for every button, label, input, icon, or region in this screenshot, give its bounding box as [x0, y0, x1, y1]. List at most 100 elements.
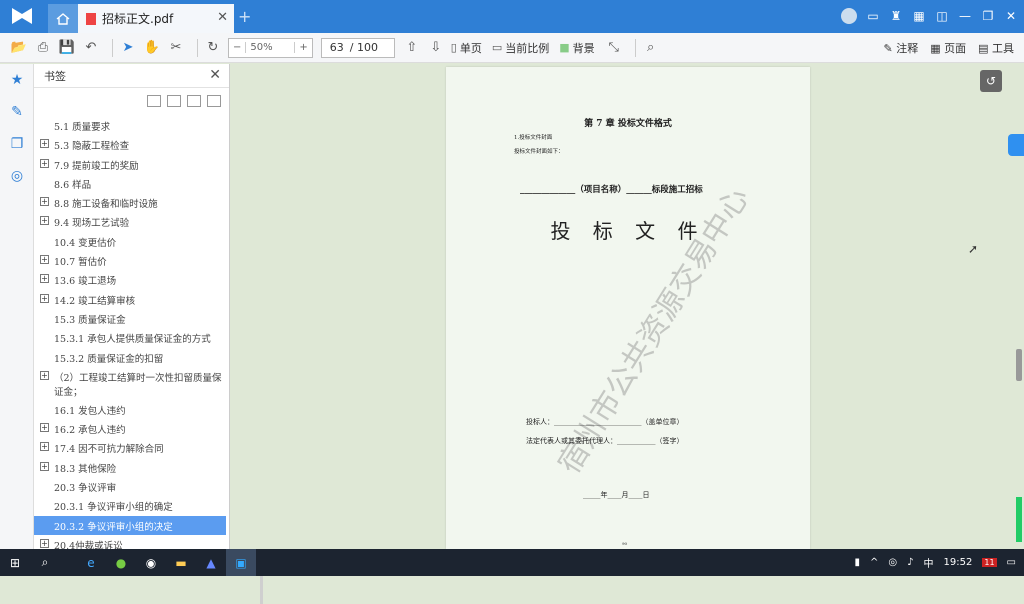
rotate-icon[interactable]: ↻ [204, 39, 222, 57]
home-tab[interactable] [48, 4, 78, 33]
ime-indicator[interactable]: 中 [924, 555, 934, 570]
search-icon[interactable]: ⌕ [642, 39, 660, 57]
expand-icon[interactable]: + [40, 197, 49, 207]
chevron-up-icon[interactable]: ^ [870, 557, 878, 568]
bookmark-item[interactable]: 15.3 质量保证金 [34, 309, 226, 328]
document-tab[interactable]: 招标正文.pdf ✕ [78, 4, 234, 33]
app2-icon[interactable]: ▲ [196, 549, 226, 576]
bookmark-item[interactable]: 20.3.2 争议评审小组的决定 [34, 515, 226, 535]
expand-icon[interactable]: + [40, 293, 49, 303]
notification-badge[interactable]: 11 [982, 558, 997, 567]
expand-icon[interactable]: + [40, 442, 49, 452]
bookmark-item[interactable]: 16.1 发包人违约 [34, 400, 226, 419]
undo-icon[interactable]: ↶ [82, 39, 100, 57]
background-button[interactable]: ■ 背景 [559, 40, 594, 56]
screenshot-icon[interactable]: ◫ [935, 9, 949, 23]
crop-icon[interactable]: ✂ [167, 39, 185, 57]
ie-icon[interactable]: e [76, 549, 106, 576]
collapse-all-icon[interactable] [147, 95, 161, 107]
expand-icon[interactable]: + [40, 139, 49, 149]
bookmark-item[interactable]: 15.3.1 承包人提供质量保证金的方式 [34, 328, 226, 347]
expand-all-icon[interactable] [167, 95, 181, 107]
annotation-icon[interactable]: ✎ [0, 96, 34, 128]
volume-icon[interactable]: ♪ [907, 557, 913, 568]
apps-icon[interactable]: ▦ [912, 9, 926, 23]
fit-icon[interactable]: ⤡ [605, 39, 623, 57]
history-icon[interactable]: ↺ [980, 70, 1002, 92]
close-panel-icon[interactable]: ✕ [209, 67, 221, 83]
bookmark-item[interactable]: 8.6 样品 [34, 174, 226, 193]
bookmark-item[interactable]: +13.6 竣工退场 [34, 270, 226, 289]
expand-icon[interactable]: + [40, 216, 49, 226]
wechat-icon[interactable]: ◎ [888, 557, 897, 568]
page-number-field[interactable]: 63 / 100 [320, 37, 395, 58]
open-icon[interactable]: 📂 [10, 39, 28, 57]
bookmark-item[interactable]: 20.3 争议评审 [34, 477, 226, 496]
expand-icon[interactable]: + [40, 538, 49, 548]
feedback-icon[interactable]: ▭ [866, 9, 880, 23]
zoom-control[interactable]: − 50% + [228, 37, 313, 58]
bookmark-item[interactable]: +18.3 其他保险 [34, 458, 226, 477]
link-icon[interactable] [1008, 134, 1024, 156]
zoom-in-icon[interactable]: + [295, 42, 311, 53]
start-icon[interactable]: ⊞ [0, 549, 30, 576]
bookmark-item[interactable]: + （2）工程竣工结算时一次性扣留质量保证金； [34, 367, 226, 400]
restore-icon[interactable]: ❐ [981, 9, 995, 23]
folder-icon[interactable]: ▬ [166, 549, 196, 576]
print-icon[interactable]: ⎙ [34, 39, 52, 57]
app-icon[interactable]: ◉ [136, 549, 166, 576]
bookmark-item[interactable]: +17.4 因不可抗力解除合同 [34, 438, 226, 457]
expand-icon[interactable]: + [40, 461, 49, 471]
bookmark-item[interactable]: +14.2 竣工结算审核 [34, 290, 226, 309]
annotate-button[interactable]: ✎ 注释 [884, 40, 919, 56]
time[interactable]: 19:52 [944, 557, 973, 568]
bookmark-item[interactable]: 10.4 变更估价 [34, 232, 226, 251]
expand-icon[interactable]: + [40, 158, 49, 168]
page-current[interactable]: 63 [330, 41, 344, 54]
minimize-icon[interactable]: — [958, 9, 972, 23]
search-taskbar-icon[interactable]: ⌕ [30, 549, 60, 576]
scroll-indicator[interactable] [1016, 497, 1022, 542]
expand-icon[interactable]: + [40, 423, 49, 433]
skin-icon[interactable]: ♜ [889, 9, 903, 23]
bookmark-item[interactable]: 20.3.1 争议评审小组的确定 [34, 496, 226, 515]
document-viewer[interactable]: 第 7 章 投标文件格式 1.投标文件封面 投标文件封面如下： ________… [231, 64, 1024, 549]
bookmark-item[interactable]: +20.4仲裁或诉讼 [34, 535, 226, 549]
bookmark-item[interactable]: 15.3.2 质量保证金的扣留 [34, 348, 226, 367]
pdf-app-icon[interactable]: ▣ [226, 549, 256, 576]
bookmark-item[interactable]: +8.8 施工设备和临时设施 [34, 193, 226, 212]
bookmark-item[interactable]: +7.9 提前竣工的奖励 [34, 155, 226, 174]
current-scale-button[interactable]: ▭ 当前比例 [492, 40, 549, 56]
add-bookmark-icon[interactable] [187, 95, 201, 107]
bookmark-item[interactable]: +16.2 承包人违约 [34, 419, 226, 438]
single-page-button[interactable]: ▯ 单页 [451, 40, 482, 56]
tools-button[interactable]: ▤ 工具 [978, 40, 1014, 56]
browser-icon[interactable]: ● [106, 549, 136, 576]
expand-icon[interactable]: + [40, 274, 49, 284]
new-tab-button[interactable]: + [238, 7, 251, 26]
bookmark-item[interactable]: +10.7 暂估价 [34, 251, 226, 270]
attachment-icon[interactable]: ◎ [0, 160, 34, 192]
next-page-icon[interactable]: ⇩ [427, 39, 445, 57]
delete-bookmark-icon[interactable] [207, 95, 221, 107]
prev-page-icon[interactable]: ⇧ [403, 39, 421, 57]
bookmark-icon[interactable]: ★ [0, 64, 34, 96]
zoom-out-icon[interactable]: − [229, 42, 245, 53]
expand-icon[interactable]: + [40, 255, 49, 265]
notification-icon[interactable]: ▭ [1007, 557, 1016, 568]
battery-icon[interactable]: ▮ [855, 557, 861, 568]
avatar[interactable] [841, 8, 857, 24]
bookmark-item[interactable]: 5.1 质量要求 [34, 116, 226, 135]
page-view-button[interactable]: ▦ 页面 [930, 40, 966, 56]
save-icon[interactable]: 💾 [58, 39, 76, 57]
thumbnail-icon[interactable]: ❐ [0, 128, 34, 160]
hand-icon[interactable]: ✋ [143, 39, 161, 57]
zoom-value[interactable]: 50% [245, 42, 296, 53]
close-tab-icon[interactable]: ✕ [217, 10, 228, 25]
expand-icon[interactable]: + [40, 370, 49, 380]
close-window-icon[interactable]: ✕ [1004, 9, 1018, 23]
select-cursor-icon[interactable]: ➤ [119, 39, 137, 57]
bookmark-item[interactable]: +9.4 现场工艺试验 [34, 212, 226, 231]
vertical-scrollbar[interactable] [1016, 349, 1022, 381]
bookmark-item[interactable]: +5.3 隐蔽工程检查 [34, 135, 226, 154]
